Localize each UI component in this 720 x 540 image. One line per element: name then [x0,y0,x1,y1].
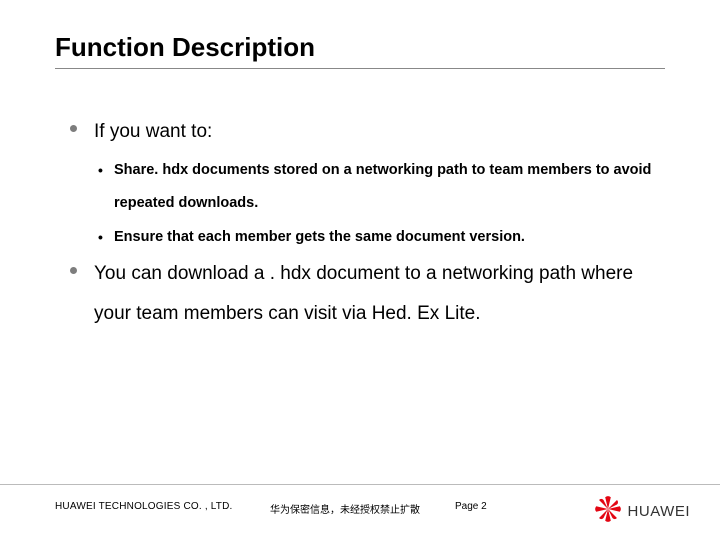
bullet-text: If you want to: [94,121,212,142]
sub-bullet-item: Share. hdx documents stored on a network… [94,154,668,221]
bullet-item: You can download a . hdx document to a n… [68,254,668,334]
footer-company: HUAWEI TECHNOLOGIES CO. , LTD. [55,501,233,512]
title-rule [55,68,665,69]
huawei-icon [594,495,622,528]
footer-confidential: 华为保密信息，未经授权禁止扩散 [270,501,420,516]
bullet-item: If you want to: Share. hdx documents sto… [68,112,668,254]
slide: Function Description If you want to: Sha… [0,0,720,540]
bullet-text: You can download a . hdx document to a n… [94,263,633,324]
slide-body: If you want to: Share. hdx documents sto… [68,112,668,334]
footer-logo: HUAWEI [594,495,690,527]
footer-page-number: Page 2 [455,501,487,512]
footer-logo-text: HUAWEI [628,503,690,520]
slide-title: Function Description [55,32,315,63]
sub-bullet-item: Ensure that each member gets the same do… [94,221,668,254]
slide-footer: HUAWEI TECHNOLOGIES CO. , LTD. 华为保密信息，未经… [0,484,720,540]
